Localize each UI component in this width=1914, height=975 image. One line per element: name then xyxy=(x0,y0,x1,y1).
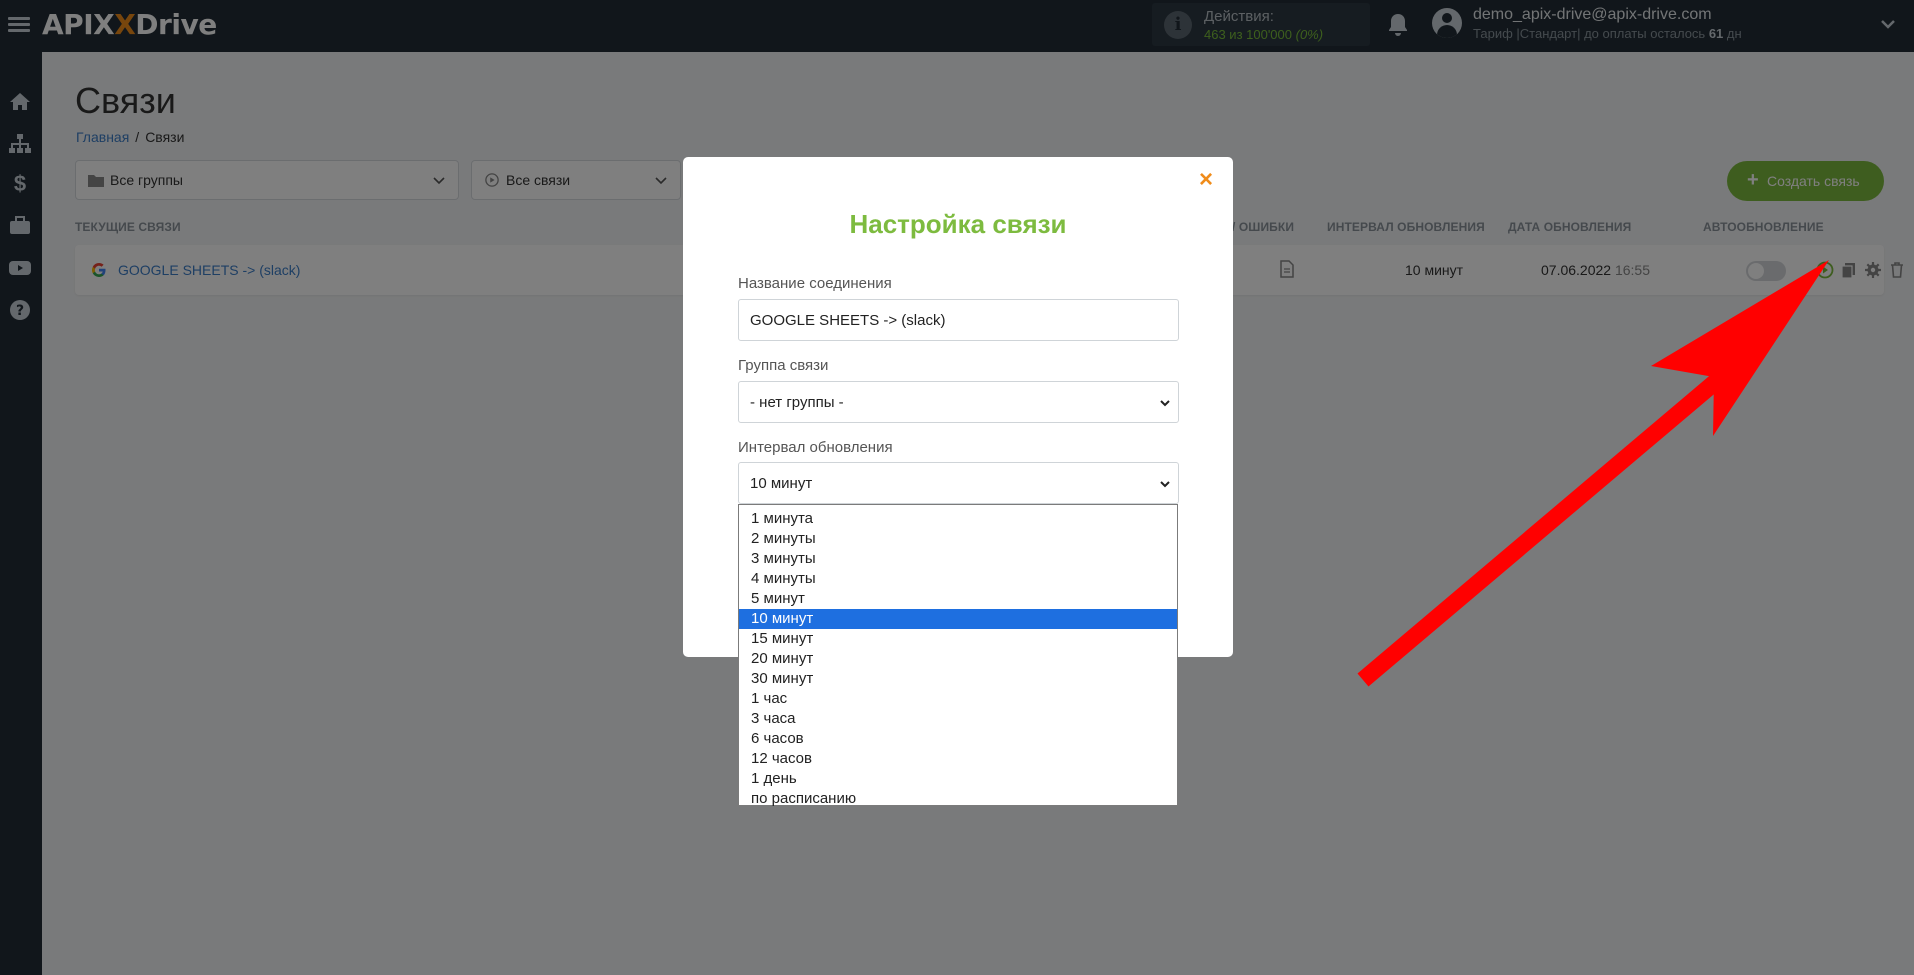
dropdown-option[interactable]: 5 минут xyxy=(739,589,1177,609)
group-select[interactable]: - нет группы - xyxy=(738,381,1179,423)
dropdown-option[interactable]: по расписанию xyxy=(739,789,1177,809)
dropdown-option[interactable]: 1 минута xyxy=(739,509,1177,529)
connection-name-value: GOOGLE SHEETS -> (slack) xyxy=(750,312,946,329)
group-label: Группа связи xyxy=(738,357,829,374)
dropdown-option[interactable]: 4 минуты xyxy=(739,569,1177,589)
dropdown-option[interactable]: 2 минуты xyxy=(739,529,1177,549)
dropdown-option[interactable]: 12 часов xyxy=(739,749,1177,769)
name-label: Название соединения xyxy=(738,275,892,292)
group-select-value: - нет группы - xyxy=(750,394,844,411)
dropdown-option[interactable]: 10 минут xyxy=(739,609,1177,629)
dropdown-option[interactable]: 20 минут xyxy=(739,649,1177,669)
dropdown-option[interactable]: 3 минуты xyxy=(739,549,1177,569)
interval-label: Интервал обновления xyxy=(738,439,893,456)
connection-name-input[interactable]: GOOGLE SHEETS -> (slack) xyxy=(738,299,1179,341)
interval-select[interactable]: 10 минут xyxy=(738,462,1179,504)
interval-dropdown-list[interactable]: 1 минута 2 минуты 3 минуты 4 минуты 5 минут 1… xyxy=(738,504,1178,809)
dropdown-option[interactable]: 3 часа xyxy=(739,709,1177,729)
dropdown-option[interactable]: 30 минут xyxy=(739,669,1177,689)
dropdown-option[interactable]: 6 часов xyxy=(739,729,1177,749)
chevron-down-icon xyxy=(1160,400,1170,407)
dropdown-option[interactable]: 15 минут xyxy=(739,629,1177,649)
dropdown-option[interactable]: 1 день xyxy=(739,769,1177,789)
dropdown-option[interactable]: 1 час xyxy=(739,689,1177,709)
modal-title: Настройка связи xyxy=(849,209,1067,239)
close-icon[interactable]: × xyxy=(1196,168,1216,192)
chevron-down-icon xyxy=(1160,481,1170,488)
interval-select-value: 10 минут xyxy=(750,475,813,492)
